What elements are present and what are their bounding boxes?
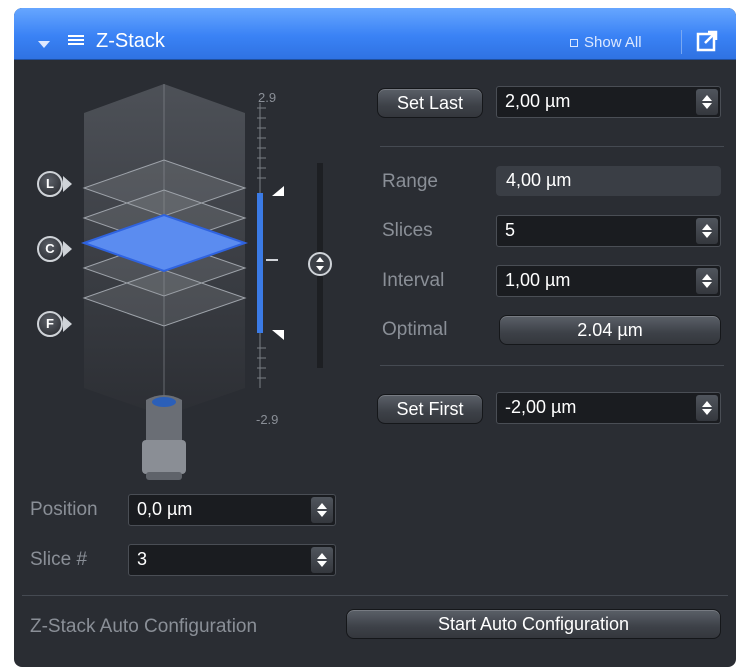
z-slider[interactable] — [308, 163, 332, 368]
checkbox-icon[interactable] — [570, 38, 578, 47]
z-ruler — [257, 103, 284, 388]
position-label: Position — [30, 499, 98, 520]
position-value: 0,0 µm — [137, 499, 193, 519]
list-icon — [68, 35, 84, 49]
slices-field[interactable]: 5 — [496, 215, 721, 247]
slices-value: 5 — [505, 220, 516, 240]
spin-arrows-icon[interactable] — [311, 547, 333, 573]
set-last-value: 2,00 µm — [505, 91, 571, 111]
slider-handle-icon[interactable] — [308, 252, 332, 276]
range-value: 4,00 µm — [506, 170, 572, 190]
spin-arrows-icon[interactable] — [696, 268, 718, 294]
scale-top-label: 2.9 — [258, 90, 277, 105]
panel-title: Z-Stack — [96, 30, 165, 52]
last-marker-pointer — [63, 176, 72, 192]
z-stack-panel: Z-Stack Show All 2.9 -2.9 L C F Set Last… — [14, 8, 736, 667]
slices-label: Slices — [382, 220, 433, 241]
interval-label: Interval — [382, 270, 445, 291]
start-auto-config-button[interactable]: Start Auto Configuration — [346, 609, 721, 639]
auto-config-label: Z-Stack Auto Configuration — [30, 616, 258, 637]
undock-icon[interactable] — [696, 30, 718, 52]
set-last-button[interactable]: Set Last — [377, 88, 483, 118]
objective-icon — [142, 395, 186, 480]
spin-arrows-icon[interactable] — [696, 218, 718, 244]
interval-value: 1,00 µm — [505, 270, 571, 290]
z-stack-visual[interactable] — [14, 68, 354, 488]
set-first-field[interactable]: -2,00 µm — [496, 392, 721, 424]
collapse-icon[interactable] — [38, 41, 50, 48]
divider — [22, 595, 728, 596]
show-all-toggle[interactable]: Show All — [570, 34, 642, 51]
center-marker-pointer — [63, 241, 72, 257]
first-marker-button[interactable]: F — [37, 311, 63, 337]
show-all-label: Show All — [584, 34, 642, 51]
panel-titlebar[interactable]: Z-Stack Show All — [14, 8, 736, 60]
set-last-field[interactable]: 2,00 µm — [496, 86, 721, 118]
optimal-button[interactable]: 2.04 µm — [499, 315, 721, 345]
set-first-button[interactable]: Set First — [377, 394, 483, 424]
range-field: 4,00 µm — [496, 166, 721, 196]
last-marker-button[interactable]: L — [37, 171, 63, 197]
center-marker-button[interactable]: C — [37, 236, 63, 262]
titlebar-divider — [681, 30, 682, 54]
range-label: Range — [382, 171, 438, 192]
set-first-value: -2,00 µm — [505, 397, 577, 417]
slice-number-value: 3 — [137, 549, 148, 569]
interval-field[interactable]: 1,00 µm — [496, 265, 721, 297]
optimal-label: Optimal — [382, 319, 448, 340]
spin-arrows-icon[interactable] — [311, 497, 333, 523]
spin-arrows-icon[interactable] — [696, 89, 718, 115]
scale-bottom-label: -2.9 — [256, 412, 279, 427]
divider — [380, 365, 724, 366]
spin-arrows-icon[interactable] — [696, 395, 718, 421]
first-marker-pointer — [63, 316, 72, 332]
slice-number-field[interactable]: 3 — [128, 544, 336, 576]
position-field[interactable]: 0,0 µm — [128, 494, 336, 526]
divider — [380, 146, 724, 147]
slice-number-label: Slice # — [30, 549, 88, 570]
